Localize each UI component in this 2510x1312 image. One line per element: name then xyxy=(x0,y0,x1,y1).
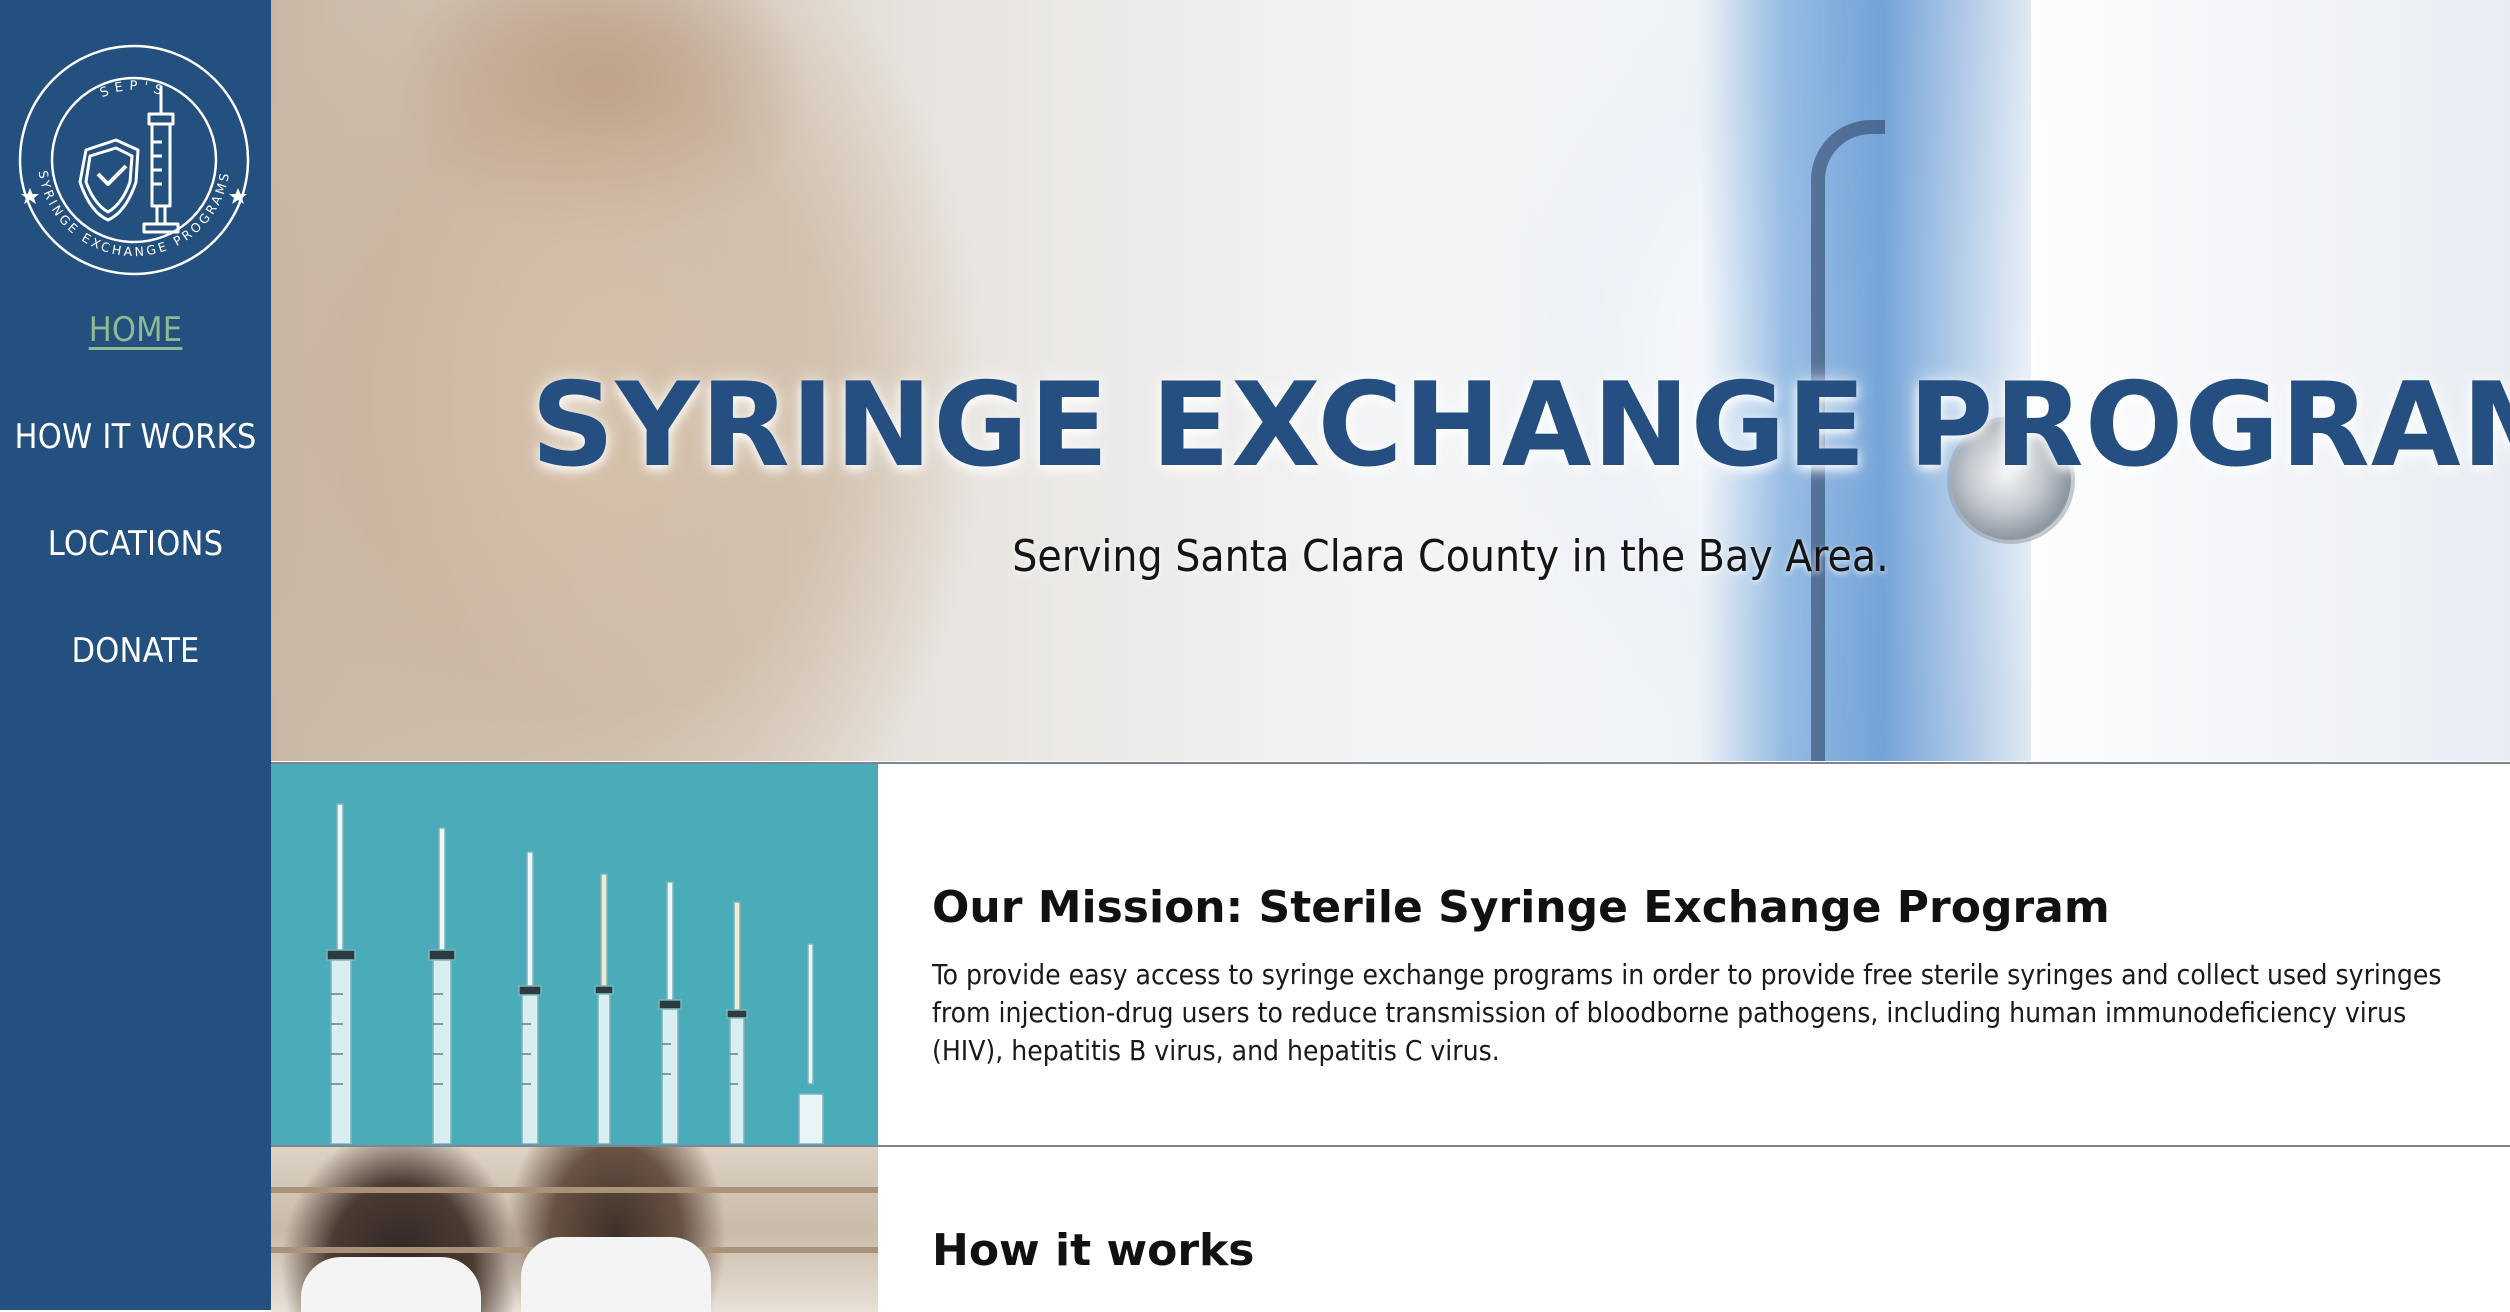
person-image xyxy=(301,1257,481,1312)
sidebar: SEP'S SYRINGE EXCHANGE PROGRAMS HOME HOW… xyxy=(0,0,271,1310)
mission-body: To provide easy access to syringe exchan… xyxy=(932,958,2442,1067)
svg-text:SYRINGE EXCHANGE PROGRAMS: SYRINGE EXCHANGE PROGRAMS xyxy=(36,169,233,259)
person-image xyxy=(521,1237,711,1312)
logo-emblem: SEP'S SYRINGE EXCHANGE PROGRAMS xyxy=(18,44,250,276)
mission-heading: Our Mission: Sterile Syringe Exchange Pr… xyxy=(932,882,2110,933)
nav-home[interactable]: HOME xyxy=(0,310,271,350)
shield-check-icon xyxy=(78,138,140,222)
syringes-image xyxy=(271,764,878,1146)
how-it-works-text: How it works xyxy=(932,1225,2450,1277)
syringes-illustration xyxy=(326,803,824,1145)
hero-title: SYRINGE EXCHANGE PROGRAM xyxy=(531,357,2510,493)
nav-how-it-works[interactable]: HOW IT WORKS xyxy=(0,417,271,457)
mission-text: Our Mission: Sterile Syringe Exchange Pr… xyxy=(932,882,2450,1070)
hero-subtitle: Serving Santa Clara County in the Bay Ar… xyxy=(1012,531,1889,582)
nav-donate[interactable]: DONATE xyxy=(0,631,271,671)
nav-locations[interactable]: LOCATIONS xyxy=(0,524,271,564)
mission-section: Our Mission: Sterile Syringe Exchange Pr… xyxy=(271,762,2510,1146)
how-it-works-section: How it works xyxy=(271,1145,2510,1312)
site-logo[interactable]: SEP'S SYRINGE EXCHANGE PROGRAMS xyxy=(16,42,252,278)
hero-banner: SYRINGE EXCHANGE PROGRAM Serving Santa C… xyxy=(271,0,2510,761)
main-nav: HOME HOW IT WORKS LOCATIONS DONATE xyxy=(0,310,271,738)
how-it-works-heading: How it works xyxy=(932,1225,1255,1276)
pharmacy-image xyxy=(271,1147,878,1312)
syringe-icon xyxy=(142,86,180,234)
logo-ring-text: SYRINGE EXCHANGE PROGRAMS xyxy=(36,169,230,259)
shelf xyxy=(271,1187,878,1193)
